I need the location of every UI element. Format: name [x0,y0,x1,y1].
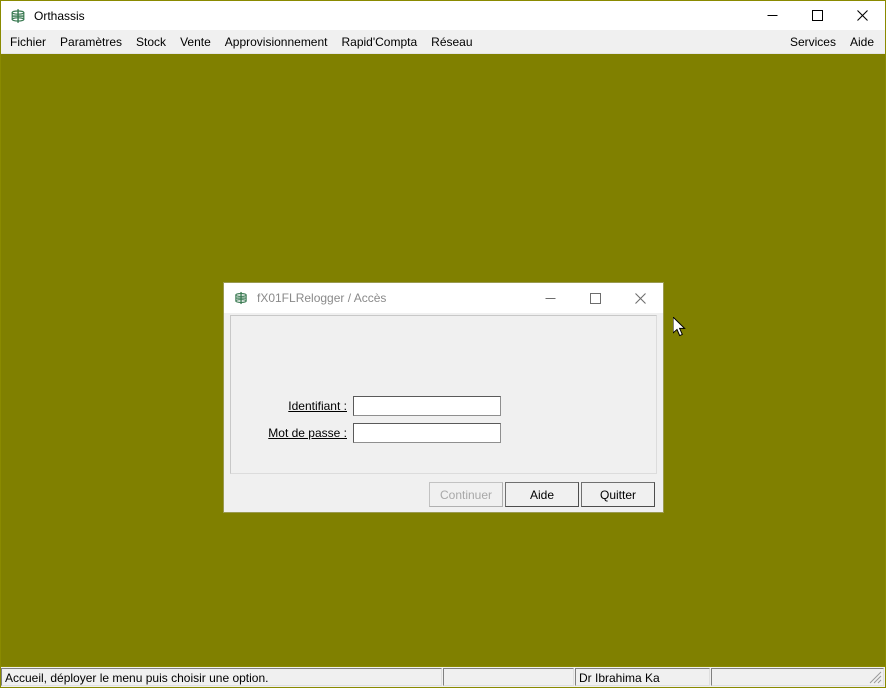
close-icon[interactable] [840,1,885,30]
application-window: Orthassis Fichier Paramètres Stock Vente… [0,0,886,688]
menu-item-vente[interactable]: Vente [173,32,218,53]
menu-item-fichier[interactable]: Fichier [3,32,53,53]
resize-grip-icon[interactable] [868,670,882,684]
maximize-icon[interactable] [795,1,840,30]
mdi-client-area: fX01FLRelogger / Accès Identifiant: Mot… [1,54,885,666]
status-panel-secondary [443,668,574,686]
dialog-title: fX01FLRelogger / Accès [257,291,387,305]
quitter-button[interactable]: Quitter [581,482,655,507]
dialog-body: Identifiant : Mot de passe : Continuer A… [224,313,663,512]
orthassis-logo-icon [9,7,27,25]
continuer-button[interactable]: Continuer [429,482,503,507]
identifiant-field-row: Identifiant : [231,396,656,416]
window-titlebar: Orthassis [1,1,885,31]
status-panel-user: Dr Ibrahima Ka [575,668,710,686]
status-panel-message: Accueil, déployer le menu puis choisir u… [1,668,442,686]
menubar: Fichier Paramètres Stock Vente Approvisi… [1,31,885,54]
minimize-icon[interactable] [750,1,795,30]
mot-de-passe-input[interactable] [353,423,501,443]
window-title: Orthassis [34,8,85,23]
identifiant-label: Identifiant : [288,399,347,413]
dialog-button-row: Continuer Aide Quitter [224,482,663,522]
menu-item-rapid-compta[interactable]: Rapid'Compta [335,32,425,53]
minimize-icon[interactable] [528,283,573,313]
menu-item-stock[interactable]: Stock [129,32,173,53]
close-icon[interactable] [618,283,663,313]
mot-de-passe-field-row: Mot de passe : [231,423,656,443]
menu-item-reseau[interactable]: Réseau [424,32,479,53]
identifiant-input[interactable] [353,396,501,416]
menubar-right-group: Services Aide [783,32,885,53]
menu-item-aide[interactable]: Aide [843,32,881,53]
mot-de-passe-label: Mot de passe : [268,426,347,440]
maximize-icon[interactable] [573,283,618,313]
dialog-titlebar: fX01FLRelogger / Accès [224,283,663,313]
menubar-left-group: Fichier Paramètres Stock Vente Approvisi… [1,32,783,53]
menu-item-approvisionnement[interactable]: Approvisionnement [218,32,335,53]
menu-item-parametres[interactable]: Paramètres [53,32,129,53]
status-panel-trailing [711,668,884,686]
window-controls [750,1,885,30]
statusbar: Accueil, déployer le menu puis choisir u… [1,666,885,687]
login-dialog: fX01FLRelogger / Accès Identifiant: Mot… [223,282,664,513]
arrow-cursor-icon [672,315,687,338]
orthassis-logo-icon [233,290,249,306]
login-form-panel: Identifiant : Mot de passe : [230,315,657,474]
menu-item-services[interactable]: Services [783,32,843,53]
dialog-window-controls [528,283,663,313]
aide-button[interactable]: Aide [505,482,579,507]
